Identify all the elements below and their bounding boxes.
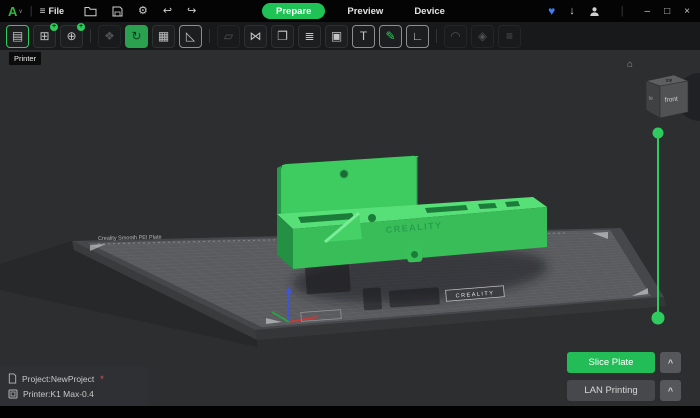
object-list-icon: ≡ bbox=[506, 29, 513, 43]
mirror-icon: ⋈ bbox=[250, 29, 262, 43]
printer-name: Printer:K1 Max-0.4 bbox=[23, 389, 94, 399]
add-badge-icon: + bbox=[50, 23, 58, 31]
app-logo-icon[interactable]: A bbox=[8, 4, 16, 19]
split-button[interactable]: ≣ bbox=[298, 25, 321, 48]
view-cube-left-label: le bbox=[648, 95, 653, 102]
tab-preview[interactable]: Preview bbox=[338, 4, 392, 19]
scale-button: ▱ bbox=[217, 25, 240, 48]
text-icon: T bbox=[360, 29, 367, 43]
toolbar-separator bbox=[209, 29, 210, 43]
sketch-icon: ✎ bbox=[385, 29, 395, 43]
support-icon: ◠ bbox=[450, 29, 460, 43]
tab-device[interactable]: Device bbox=[405, 4, 454, 19]
support-button: ◠ bbox=[444, 25, 467, 48]
document-icon bbox=[8, 373, 17, 384]
logo-chevron-down-icon[interactable]: ∨ bbox=[18, 8, 22, 15]
lay-on-face-icon: ◺ bbox=[186, 29, 195, 43]
printer-button[interactable]: ▤ bbox=[6, 25, 29, 48]
toolbar-separator bbox=[90, 29, 91, 43]
mode-tabs: Prepare Preview Device bbox=[262, 2, 454, 20]
tab-prepare[interactable]: Prepare bbox=[262, 3, 325, 19]
close-button[interactable]: × bbox=[684, 6, 690, 17]
titlebar: A ∨ | ≡ File ⚙ ↩ ↪ Prepare Preview bbox=[0, 0, 700, 22]
sketch-button[interactable]: ✎ bbox=[379, 25, 402, 48]
model-tab bbox=[407, 247, 423, 263]
text-button[interactable]: T bbox=[352, 25, 375, 48]
add-model-icon: ⊞ bbox=[39, 29, 49, 43]
seam-icon: ◈ bbox=[478, 29, 487, 43]
slider-bottom-handle[interactable] bbox=[652, 312, 665, 325]
add-plate-button[interactable]: ⊕+ bbox=[60, 25, 83, 48]
slider-top-handle[interactable] bbox=[653, 128, 664, 139]
user-account-icon[interactable] bbox=[589, 6, 600, 17]
lay-on-face-button[interactable]: ◺ bbox=[179, 25, 202, 48]
hamburger-menu-icon[interactable]: ≡ bbox=[40, 6, 46, 17]
add-model-button[interactable]: ⊞+ bbox=[33, 25, 56, 48]
project-row: Project:NewProject * bbox=[8, 371, 140, 386]
add-badge-icon: + bbox=[77, 23, 85, 31]
slice-plate-button[interactable]: Slice Plate bbox=[567, 352, 655, 373]
settings-gear-icon[interactable]: ⚙ bbox=[138, 6, 148, 17]
measure-icon: ∟ bbox=[412, 29, 424, 43]
model-hole bbox=[340, 170, 348, 178]
undo-icon[interactable]: ↩ bbox=[163, 6, 172, 17]
toolbar-separator bbox=[436, 29, 437, 43]
move-icon: ❖ bbox=[104, 29, 115, 43]
person-icon bbox=[589, 6, 600, 17]
printer-icon: ▤ bbox=[12, 29, 23, 43]
view-cube-front-label: front bbox=[664, 96, 678, 104]
lan-printing-button[interactable]: LAN Printing bbox=[567, 380, 655, 401]
home-view-icon[interactable]: ⌂ bbox=[627, 59, 633, 70]
creality-print-window: A ∨ | ≡ File ⚙ ↩ ↪ Prepare Preview bbox=[0, 0, 700, 418]
move-button: ❖ bbox=[98, 25, 121, 48]
auto-arrange-button[interactable]: ▦ bbox=[152, 25, 175, 48]
clone-icon: ❐ bbox=[277, 29, 288, 43]
file-menu[interactable]: File bbox=[49, 6, 65, 16]
minimize-button[interactable]: – bbox=[645, 6, 651, 17]
boolean-button[interactable]: ▣ bbox=[325, 25, 348, 48]
seam-button: ◈ bbox=[471, 25, 494, 48]
lan-options-caret-icon[interactable]: ^ bbox=[660, 380, 681, 401]
favorite-heart-icon[interactable]: ♥ bbox=[548, 4, 555, 18]
titlebar-divider: | bbox=[30, 5, 33, 17]
window-controls-divider: | bbox=[621, 5, 624, 17]
slice-options-caret-icon[interactable]: ^ bbox=[660, 352, 681, 373]
scale-icon: ▱ bbox=[224, 29, 233, 43]
view-cube[interactable]: top le front bbox=[646, 75, 688, 118]
floppy-save-icon bbox=[112, 6, 123, 17]
project-name: Project:NewProject bbox=[22, 374, 94, 384]
unsaved-marker: * bbox=[100, 374, 104, 384]
boolean-icon: ▣ bbox=[331, 29, 342, 43]
redo-icon[interactable]: ↪ bbox=[187, 6, 196, 17]
printer-box-icon bbox=[8, 389, 18, 399]
open-folder-button[interactable] bbox=[84, 6, 97, 17]
add-plate-icon: ⊕ bbox=[66, 29, 76, 43]
download-icon[interactable]: ↓ bbox=[569, 6, 575, 17]
auto-arrange-icon: ▦ bbox=[158, 29, 169, 43]
mirror-button[interactable]: ⋈ bbox=[244, 25, 267, 48]
status-bar bbox=[0, 406, 700, 418]
rotate-icon: ↻ bbox=[131, 29, 141, 43]
printer-tooltip: Printer bbox=[8, 51, 42, 66]
object-list-button: ≡ bbox=[498, 25, 521, 48]
save-button[interactable] bbox=[112, 6, 123, 17]
toolbar: ▤⊞+⊕+❖↻▦◺▱⋈❐≣▣T✎∟◠◈≡ bbox=[0, 22, 700, 50]
measure-button[interactable]: ∟ bbox=[406, 25, 429, 48]
split-icon: ≣ bbox=[304, 29, 314, 43]
clone-button[interactable]: ❐ bbox=[271, 25, 294, 48]
maximize-button[interactable]: □ bbox=[664, 6, 670, 17]
printer-row: Printer:K1 Max-0.4 bbox=[8, 386, 140, 401]
folder-icon bbox=[84, 6, 97, 17]
project-info-panel: Project:NewProject * Printer:K1 Max-0.4 bbox=[0, 366, 148, 406]
rotate-button[interactable]: ↻ bbox=[125, 25, 148, 48]
